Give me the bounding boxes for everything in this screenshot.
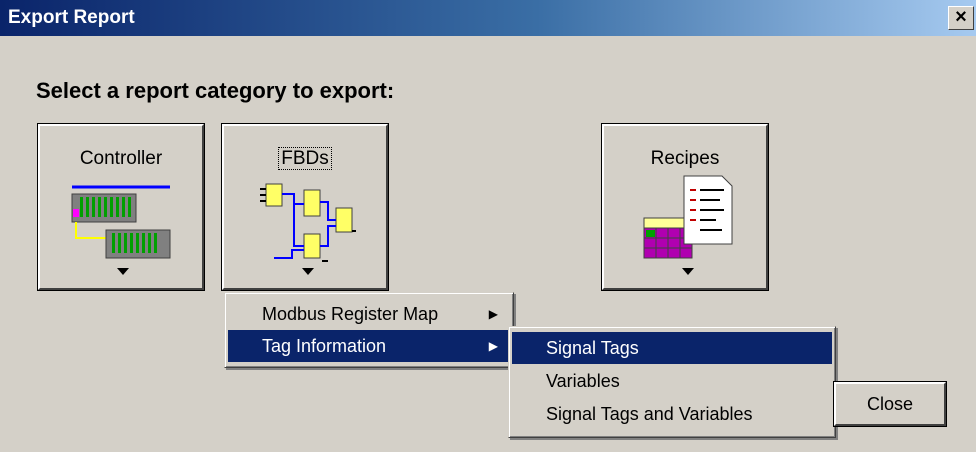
submenu-item-signal-tags-and-variables[interactable]: Signal Tags and Variables (512, 398, 832, 430)
menu-item-tag-information[interactable]: Tag Information ▶ (228, 330, 510, 362)
prompt-label: Select a report category to export: (36, 78, 395, 103)
window-close-button[interactable]: × (948, 6, 974, 30)
submenu-arrow-icon: ▶ (488, 339, 498, 353)
fbds-button[interactable]: FBDs (222, 124, 388, 290)
controller-button[interactable]: Controller (38, 124, 204, 290)
export-menu: Modbus Register Map ▶ Tag Information ▶ (224, 292, 514, 368)
controller-rack-icon (71, 185, 171, 275)
menu-item-modbus-register-map[interactable]: Modbus Register Map ▶ (228, 298, 510, 330)
menu-item-label: Tag Information (262, 336, 387, 356)
close-button[interactable]: Close (834, 382, 946, 426)
submenu-item-variables[interactable]: Variables (512, 365, 832, 397)
tag-information-submenu: Signal Tags Variables Signal Tags and Va… (508, 326, 836, 438)
function-block-diagram-icon (260, 183, 356, 275)
title-bar: Export Report × (0, 0, 976, 36)
submenu-item-signal-tags[interactable]: Signal Tags (512, 332, 832, 364)
window-title: Export Report (8, 7, 135, 28)
menu-item-label: Modbus Register Map (262, 304, 439, 324)
recipes-spreadsheet-icon (643, 175, 733, 275)
recipes-button[interactable]: Recipes (602, 124, 768, 290)
submenu-arrow-icon: ▶ (488, 307, 498, 321)
